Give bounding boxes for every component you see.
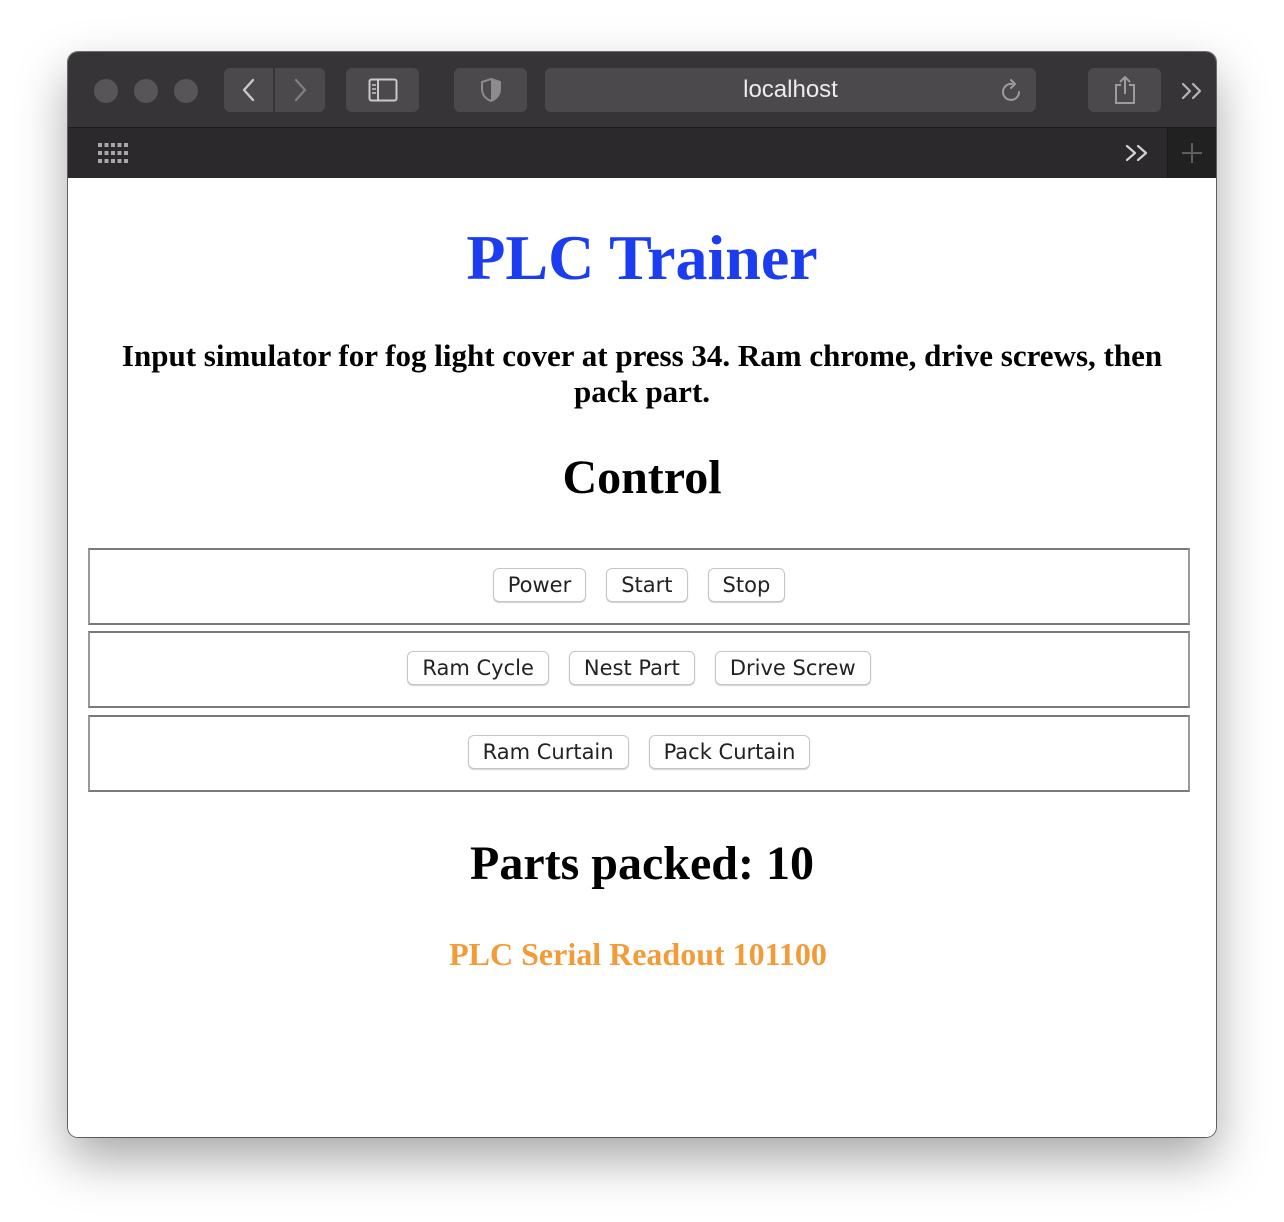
- stop-button[interactable]: Stop: [707, 568, 786, 602]
- ram-cycle-button[interactable]: Ram Cycle: [407, 651, 549, 685]
- power-button[interactable]: Power: [492, 568, 587, 602]
- tab-bar: [68, 127, 1216, 179]
- close-window-button[interactable]: [94, 79, 118, 103]
- control-row-2: Ram Cycle Nest Part Drive Screw: [88, 631, 1190, 708]
- chevron-right-icon: [294, 78, 307, 102]
- shield-icon: [480, 77, 501, 103]
- nest-part-button[interactable]: Nest Part: [568, 651, 695, 685]
- drive-screw-button[interactable]: Drive Screw: [714, 651, 871, 685]
- address-bar[interactable]: localhost: [545, 68, 1036, 112]
- parts-packed-count: Parts packed: 10: [470, 837, 814, 890]
- forward-button[interactable]: [275, 68, 325, 112]
- control-row-1: Power Start Stop: [88, 548, 1190, 625]
- back-button[interactable]: [224, 68, 273, 112]
- ram-curtain-button[interactable]: Ram Curtain: [467, 735, 629, 769]
- double-chevron-right-icon[interactable]: [1180, 81, 1206, 101]
- tab-overflow-icon[interactable]: [1124, 143, 1152, 163]
- sidebar-icon: [368, 78, 397, 102]
- reload-icon[interactable]: [1000, 78, 1024, 104]
- chevron-left-icon: [242, 78, 254, 102]
- sidebar-button[interactable]: [346, 68, 419, 112]
- page-content: PLC Trainer Input simulator for fog ligh…: [68, 178, 1216, 1137]
- grid-icon[interactable]: [98, 143, 128, 165]
- control-heading: Control: [562, 451, 722, 504]
- plus-icon: [1182, 143, 1202, 163]
- address-text: localhost: [743, 76, 838, 103]
- plc-serial-readout: PLC Serial Readout 101100: [449, 936, 827, 972]
- page-title: PLC Trainer: [466, 222, 818, 293]
- zoom-window-button[interactable]: [174, 79, 198, 103]
- browser-window: localhost PLC Trainer Input simulator fo…: [68, 52, 1216, 1137]
- control-row-3: Ram Curtain Pack Curtain: [88, 715, 1190, 792]
- pack-curtain-button[interactable]: Pack Curtain: [648, 735, 811, 769]
- privacy-report-button[interactable]: [454, 68, 527, 112]
- new-tab-button[interactable]: [1168, 128, 1216, 179]
- browser-toolbar: localhost: [68, 52, 1216, 127]
- start-button[interactable]: Start: [606, 568, 688, 602]
- share-button[interactable]: [1088, 68, 1161, 112]
- page-description: Input simulator for fog light cover at p…: [121, 338, 1163, 409]
- minimize-window-button[interactable]: [134, 79, 158, 103]
- share-icon: [1114, 76, 1135, 104]
